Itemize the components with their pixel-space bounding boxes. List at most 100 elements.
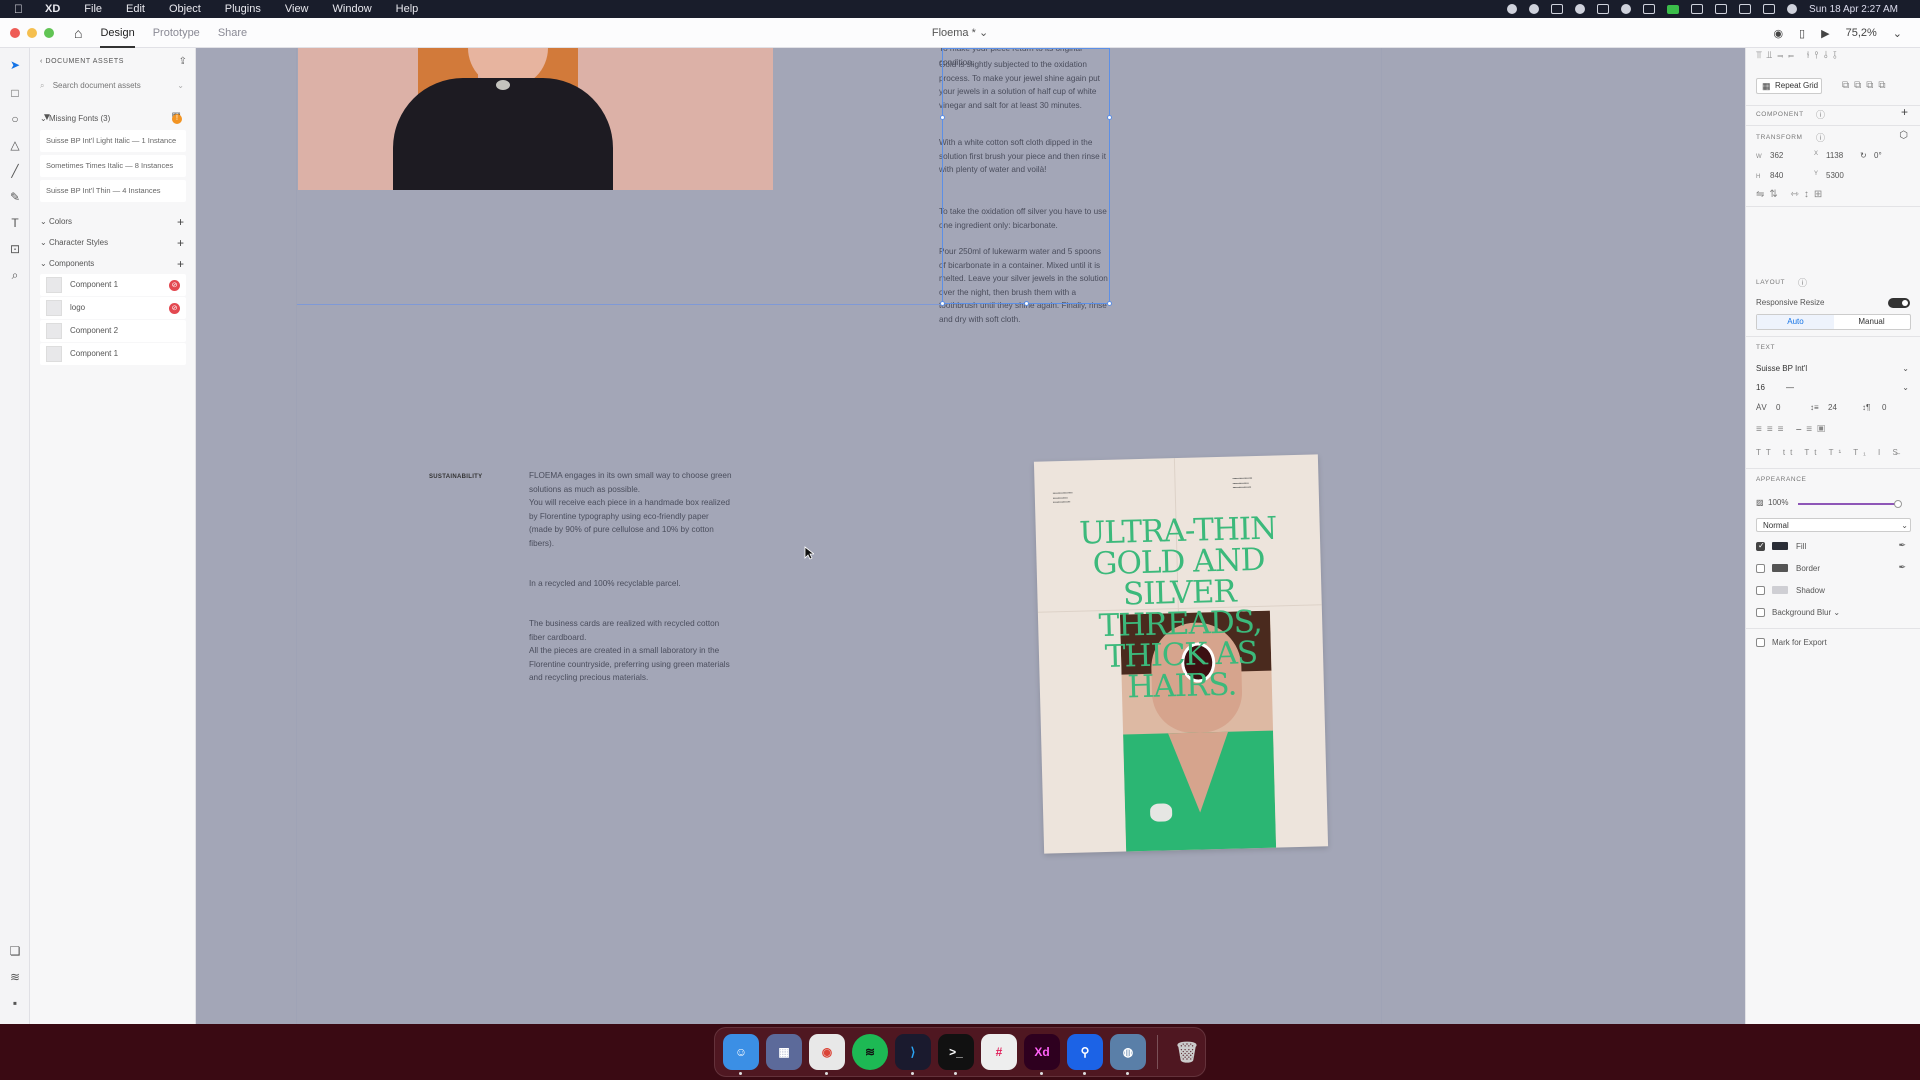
resize-handle[interactable] <box>1024 301 1029 306</box>
colors-section[interactable]: ⌄ Colors + <box>40 215 186 231</box>
chrome-icon[interactable]: ◉ <box>809 1034 845 1075</box>
apple-menu-icon[interactable]:  <box>0 2 33 16</box>
menu-plugins[interactable]: Plugins <box>213 3 273 15</box>
zoom-window-button[interactable] <box>44 27 54 38</box>
info-icon[interactable]: ⓘ <box>1816 108 1825 121</box>
component-item[interactable]: Component 2 <box>40 320 186 342</box>
plugins-icon[interactable]: ▪ <box>8 996 22 1010</box>
bluetooth-icon[interactable] <box>1691 4 1704 14</box>
close-window-button[interactable] <box>10 27 20 38</box>
line-tool-icon[interactable]: ╱ <box>8 164 22 178</box>
border-checkbox[interactable] <box>1756 564 1765 573</box>
minimize-window-button[interactable] <box>27 27 37 38</box>
mobile-preview-icon[interactable]: ▯ <box>1799 27 1805 40</box>
wifi-off-icon[interactable] <box>1715 4 1728 14</box>
mark-for-export-checkbox[interactable] <box>1756 638 1765 647</box>
text-tool-icon[interactable]: T <box>8 216 22 230</box>
pen-tool-icon[interactable]: ✎ <box>8 190 22 204</box>
fill-checkbox[interactable] <box>1756 541 1765 551</box>
menu-app-name[interactable]: XD <box>33 3 72 15</box>
layers-icon[interactable]: ≋ <box>8 970 22 984</box>
cloud-icon[interactable] <box>1551 4 1564 14</box>
maps-pin-icon[interactable]: ⚲ <box>1067 1034 1103 1075</box>
fill-color-swatch[interactable] <box>1772 542 1788 550</box>
border-color-swatch[interactable] <box>1772 564 1788 572</box>
background-blur-checkbox[interactable] <box>1756 608 1765 617</box>
shadow-checkbox[interactable] <box>1756 586 1765 595</box>
missing-font-item[interactable]: Suisse BP Int'l Thin — 4 Instances <box>40 180 186 202</box>
y-field[interactable]: 5300 <box>1826 171 1844 180</box>
blend-mode-select[interactable]: Normal ⌄ <box>1756 518 1911 532</box>
resize-handle[interactable] <box>940 115 945 120</box>
rotation-field[interactable]: 0° <box>1874 151 1882 160</box>
assets-search-input[interactable] <box>52 81 163 90</box>
model-photo[interactable] <box>298 48 773 190</box>
menu-edit[interactable]: Edit <box>114 3 157 15</box>
menu-bar-clock[interactable]: Sun 18 Apr 2:27 AM <box>1809 4 1898 15</box>
zoom-level[interactable]: 75,2% <box>1846 27 1877 39</box>
auto-button[interactable]: Auto <box>1757 315 1834 329</box>
polygon-tool-icon[interactable]: △ <box>8 138 22 152</box>
sustainability-text[interactable]: FLOEMA engages in its own small way to c… <box>529 469 734 496</box>
sustainability-label[interactable]: SUSTAINABILITY <box>429 474 482 480</box>
opacity-slider[interactable] <box>1798 503 1898 505</box>
missing-font-item[interactable]: Suisse BP Int'l Light Italic — 1 Instanc… <box>40 130 186 152</box>
responsive-resize-toggle[interactable] <box>1888 298 1910 308</box>
select-tool-icon[interactable]: ➤ <box>8 58 22 72</box>
missing-fonts-section[interactable]: ⌄ Missing Fonts (3) ! <box>40 114 186 128</box>
play-icon[interactable]: ▶ <box>1821 27 1829 40</box>
flag-icon[interactable] <box>1667 4 1680 14</box>
sustainability-text[interactable]: In a recycled and 100% recyclable parcel… <box>529 577 734 591</box>
poster-image[interactable]: ▪▪▪▪▪▪▪▪▪▪▪▪▪▪▪▪ ▪▪▪▪▪▪▪▪▪▪▪▪ ▪▪▪▪▪▪▪▪▪▪▪▪… <box>1033 454 1329 854</box>
tab-share[interactable]: Share <box>218 18 247 48</box>
add-component-icon[interactable]: + <box>177 257 184 271</box>
resize-handle[interactable] <box>1107 301 1112 306</box>
finder-icon[interactable]: ☺ <box>723 1034 759 1075</box>
flip-tools[interactable]: ⇋⇅ ⇿↕⊞ <box>1756 189 1827 200</box>
sustainability-text[interactable]: The business cards are realized with rec… <box>529 617 734 685</box>
add-color-icon[interactable]: + <box>177 215 184 229</box>
slack-icon[interactable]: # <box>981 1034 1017 1070</box>
add-component-icon[interactable]: + <box>1901 105 1908 119</box>
home-icon[interactable]: ⌂ <box>74 25 82 41</box>
3d-transform-icon[interactable]: ⬡ <box>1899 130 1908 141</box>
ellipse-tool-icon[interactable]: ○ <box>8 112 22 126</box>
font-size-field[interactable]: 16 <box>1756 383 1765 392</box>
siri-icon[interactable] <box>1787 4 1798 14</box>
creative-cloud-icon[interactable] <box>1529 4 1540 14</box>
menu-object[interactable]: Object <box>157 3 213 15</box>
rectangle-tool-icon[interactable]: □ <box>8 86 22 100</box>
proxyman-icon[interactable]: ◍ <box>1110 1034 1146 1075</box>
shadow-swatch[interactable] <box>1772 586 1788 594</box>
zoom-tool-icon[interactable]: ⌕ <box>8 268 22 282</box>
font-family-select[interactable]: Suisse BP Int'l ⌄ <box>1756 362 1911 376</box>
opacity-field[interactable]: 100% <box>1768 498 1788 507</box>
font-weight-select[interactable]: — <box>1786 381 1794 395</box>
design-canvas[interactable]: To make your piece return to its origina… <box>196 48 1745 1024</box>
x-field[interactable]: 1138 <box>1826 151 1843 160</box>
align-tools[interactable]: ⫪⫫⫬⫭ ⫮⫯⫰⫱ <box>1756 50 1842 61</box>
artboard[interactable]: To make your piece return to its origina… <box>296 48 1382 1024</box>
opacity-slider-thumb[interactable] <box>1894 500 1902 508</box>
info-icon[interactable]: ⓘ <box>1816 131 1825 144</box>
play-circle-icon[interactable] <box>1621 4 1632 14</box>
boolean-tools[interactable]: ⧉⧉⧉⧉ <box>1842 80 1891 91</box>
paypal-icon[interactable] <box>1575 4 1586 14</box>
document-title[interactable]: Floema * ⌄ <box>932 18 988 48</box>
text-align-tools[interactable]: ≡≡≡ ⎯≡▣ <box>1756 424 1830 435</box>
component-item[interactable]: Component 1 <box>40 343 186 365</box>
add-character-style-icon[interactable]: + <box>177 236 184 250</box>
vscode-icon[interactable]: ⟩ <box>895 1034 931 1075</box>
record-icon[interactable] <box>1507 4 1518 14</box>
chevron-down-icon[interactable]: ⌄ <box>177 81 184 90</box>
assets-icon[interactable]: ❏ <box>8 944 22 958</box>
chevron-down-icon[interactable]: ⌄ <box>1902 381 1909 395</box>
background-blur-select[interactable]: Background Blur ⌄ <box>1772 608 1920 617</box>
repeat-grid-button[interactable]: ▦ Repeat Grid <box>1756 78 1822 94</box>
battery-icon[interactable] <box>1643 4 1656 14</box>
tab-prototype[interactable]: Prototype <box>153 18 200 48</box>
control-center-icon[interactable] <box>1763 4 1776 14</box>
component-item[interactable]: Component 1 ⊘ <box>40 274 186 296</box>
export-icon[interactable]: ⇪ <box>179 56 187 67</box>
menu-file[interactable]: File <box>72 3 114 15</box>
